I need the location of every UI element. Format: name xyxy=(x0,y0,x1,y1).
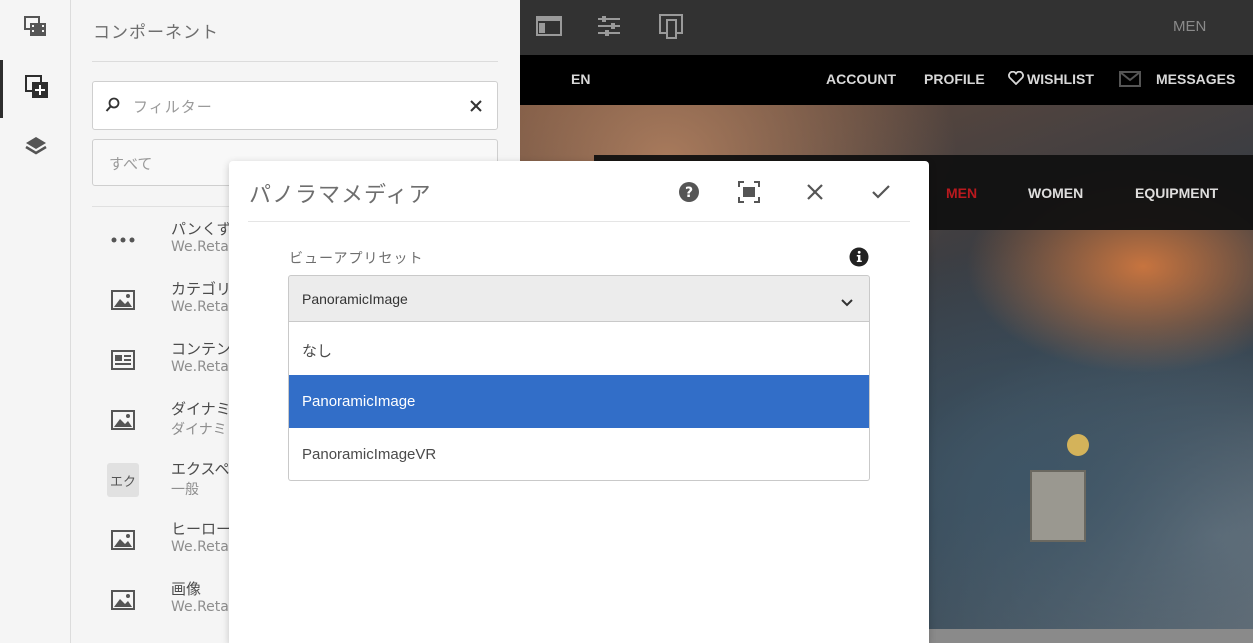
option-label: なし xyxy=(302,343,333,360)
viewer-preset-value: PanoramicImage xyxy=(302,291,408,307)
ellipsis-icon xyxy=(107,224,139,256)
utility-nav: EN ACCOUNT PROFILE WISHLIST MESSAGES xyxy=(520,55,1253,105)
option-label: PanoramicImage xyxy=(302,393,416,410)
assets-button[interactable] xyxy=(0,0,71,58)
side-rail xyxy=(0,0,71,643)
component-group: ダイナミ xyxy=(171,422,227,438)
floor-strip xyxy=(929,629,1253,643)
viewer-preset-select[interactable]: PanoramicImage xyxy=(288,275,870,322)
components-icon xyxy=(25,75,49,103)
image-icon xyxy=(107,584,139,616)
panoramic-media-dialog: パノラマメディア ? ビューアプリセット PanoramicImage なし P… xyxy=(229,161,929,643)
layers-button[interactable] xyxy=(0,120,71,178)
done-check-icon[interactable] xyxy=(869,180,893,204)
component-title: コンテン xyxy=(171,340,232,358)
viewer-preset-label: ビューアプリセット xyxy=(289,251,424,267)
emulator-icon[interactable] xyxy=(659,14,683,44)
component-title: 画像 xyxy=(171,580,202,598)
nav-women[interactable]: WOMEN xyxy=(1028,185,1083,201)
component-title: カテゴリ xyxy=(171,280,232,298)
profile-link[interactable]: PROFILE xyxy=(924,71,985,87)
panel-title: コンポーネント xyxy=(93,23,219,43)
component-group: 一般 xyxy=(171,482,199,498)
option-panoramic-image[interactable]: PanoramicImage xyxy=(289,375,869,428)
component-group: We.Retai xyxy=(171,539,233,555)
nav-equipment[interactable]: EQUIPMENT xyxy=(1135,185,1218,201)
component-group: We.Retai xyxy=(171,239,233,255)
image-icon xyxy=(107,524,139,556)
group-select-value: すべて xyxy=(109,155,153,173)
clear-icon[interactable] xyxy=(469,98,483,117)
messages-link[interactable]: MESSAGES xyxy=(1156,71,1235,87)
language-link[interactable]: EN xyxy=(571,71,590,87)
component-badge: エク xyxy=(107,463,139,497)
close-icon[interactable] xyxy=(803,180,827,204)
clip-decoration xyxy=(1030,470,1086,542)
fullscreen-icon[interactable] xyxy=(737,180,761,204)
layers-icon xyxy=(24,136,47,162)
option-label: PanoramicImageVR xyxy=(302,446,437,463)
component-title: ダイナミ xyxy=(171,400,231,418)
svg-text:?: ? xyxy=(685,185,693,201)
page-properties-icon[interactable] xyxy=(596,14,622,42)
dialog-title: パノラマメディア xyxy=(249,183,432,208)
assets-icon xyxy=(23,16,48,42)
heart-icon xyxy=(1008,70,1024,88)
divider xyxy=(92,61,498,62)
editor-toolbar: MEN xyxy=(520,0,1253,55)
option-none[interactable]: なし xyxy=(289,322,869,375)
components-button[interactable] xyxy=(0,60,71,118)
info-icon[interactable] xyxy=(849,247,869,271)
component-title: エクスペ xyxy=(171,460,230,478)
bolt-decoration xyxy=(1067,434,1089,456)
search-icon xyxy=(105,97,121,117)
component-group: We.Retai xyxy=(171,359,233,375)
image-icon xyxy=(107,284,139,316)
mail-icon xyxy=(1119,71,1141,90)
component-title: パンくず xyxy=(171,220,232,238)
toolbar-men-label: MEN xyxy=(1173,18,1207,35)
dialog-divider xyxy=(248,221,910,222)
option-panoramic-image-vr[interactable]: PanoramicImageVR xyxy=(289,428,869,481)
viewer-preset-options: なし PanoramicImage PanoramicImageVR xyxy=(288,322,870,481)
component-group: We.Retai xyxy=(171,599,233,615)
filter-input[interactable]: フィルター xyxy=(92,81,498,130)
chevron-down-icon xyxy=(841,292,853,311)
help-icon[interactable]: ? xyxy=(677,180,701,204)
component-group: We.Retai xyxy=(171,299,233,315)
component-title: ヒーロー xyxy=(171,520,232,538)
account-link[interactable]: ACCOUNT xyxy=(826,71,896,87)
image-icon xyxy=(107,404,139,436)
content-card-icon xyxy=(107,344,139,376)
side-panel-toggle-icon[interactable] xyxy=(536,14,562,42)
wishlist-link[interactable]: WISHLIST xyxy=(1027,71,1094,87)
filter-placeholder: フィルター xyxy=(133,98,213,116)
experience-fragment-badge: エク xyxy=(107,463,139,497)
nav-men[interactable]: MEN xyxy=(946,185,977,201)
